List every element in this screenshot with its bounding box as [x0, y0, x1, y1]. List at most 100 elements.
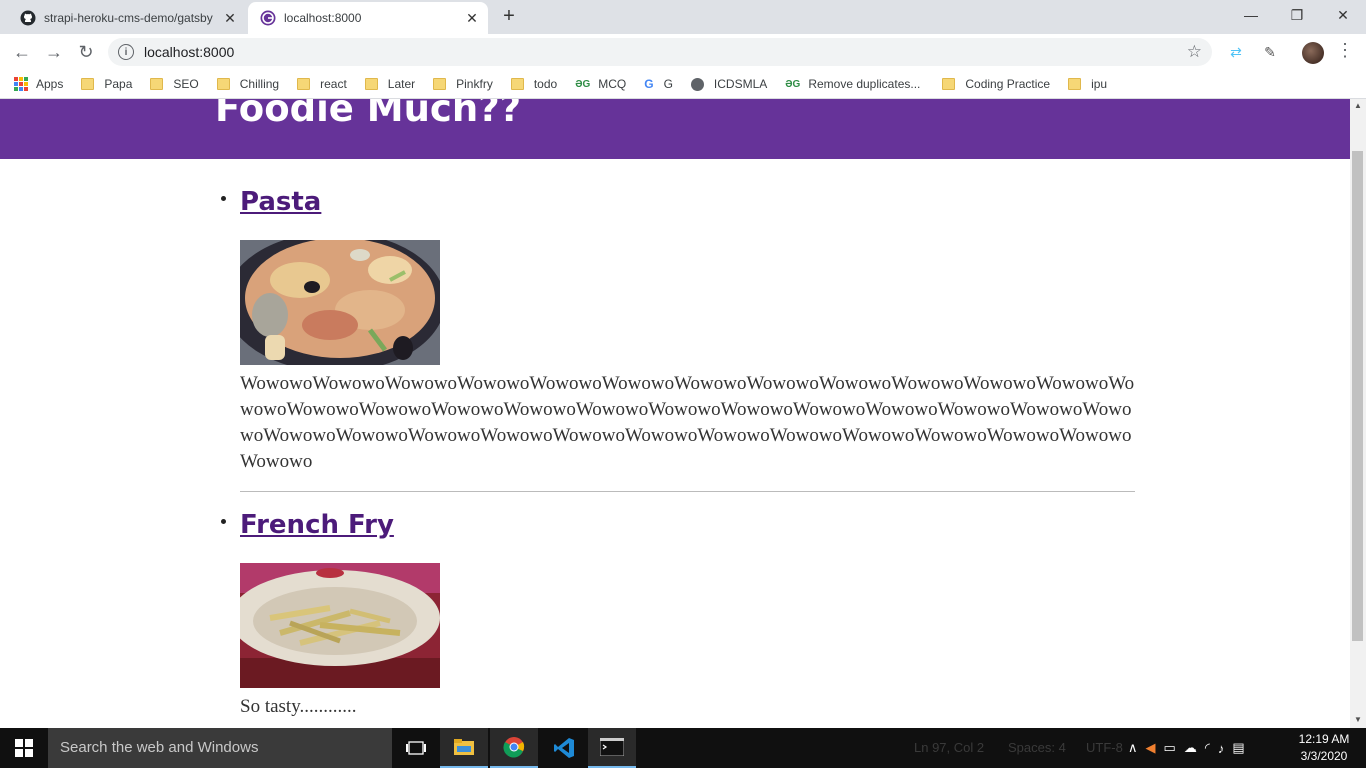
bookmark-mcq[interactable]: ƏG MCQ	[575, 77, 626, 91]
bookmark-star-icon[interactable]: ☆	[1187, 42, 1202, 62]
french-fries-photo	[240, 563, 440, 688]
battery-icon[interactable]: ▭	[1164, 740, 1176, 756]
bookmark-label: SEO	[173, 77, 199, 91]
bookmark-pinkfry[interactable]: Pinkfry	[433, 77, 493, 91]
folder-icon	[1068, 78, 1082, 90]
geeksforgeeks-icon: ƏG	[785, 78, 801, 90]
list-item: Pasta WowowoWowowoWowowoWowowoWowowoWowo…	[221, 179, 1135, 492]
folder-icon	[81, 78, 95, 90]
bookmark-label: Apps	[36, 77, 64, 91]
tab-github[interactable]: strapi-heroku-cms-demo/gatsby ✕	[8, 2, 246, 34]
bookmark-label: Chilling	[239, 77, 280, 91]
onedrive-icon[interactable]: ☁	[1184, 740, 1197, 756]
tab-localhost[interactable]: localhost:8000 ✕	[248, 2, 488, 34]
folder-icon	[364, 78, 378, 90]
taskbar-search-input[interactable]: Search the web and Windows	[48, 728, 392, 768]
bookmark-label: Coding Practice	[965, 77, 1051, 91]
post-title-link[interactable]: French Fry	[240, 502, 1135, 548]
folder-icon	[942, 78, 956, 90]
list-bullet	[221, 519, 226, 524]
bookmark-label: MCQ	[598, 77, 627, 91]
new-tab-button[interactable]: +	[498, 6, 520, 28]
site-title[interactable]: Foodie Much??	[215, 99, 521, 130]
extension-icon[interactable]: ⇄	[1226, 42, 1246, 62]
bookmark-seo[interactable]: SEO	[150, 77, 199, 91]
post-list: Pasta WowowoWowowoWowowoWowowoWowowoWowo…	[221, 179, 1135, 720]
tab-title: localhost:8000	[284, 11, 362, 25]
volume-muted-icon[interactable]: ◀	[1146, 740, 1156, 756]
bookmark-apps[interactable]: Apps	[14, 77, 63, 91]
tab-title: strapi-heroku-cms-demo/gatsby	[44, 11, 213, 25]
gatsby-icon	[260, 10, 276, 26]
bookmark-papa[interactable]: Papa	[81, 77, 132, 91]
bookmark-label: ICDSMLA	[713, 77, 768, 91]
menu-icon[interactable]: ⋮	[1336, 40, 1354, 61]
bookmark-react[interactable]: react	[297, 77, 347, 91]
bookmark-g[interactable]: GG	[644, 77, 673, 91]
minimize-icon[interactable]: —	[1228, 0, 1274, 30]
close-icon[interactable]: ✕	[220, 10, 240, 27]
vscode-icon[interactable]	[540, 728, 588, 768]
google-icon: G	[644, 77, 654, 91]
windows-taskbar: Search the web and Windows Ln 97, Col 2 …	[0, 728, 1366, 768]
clock-date: 3/3/2020	[1300, 749, 1348, 763]
post-body: So tasty............	[240, 696, 357, 717]
folder-icon	[297, 78, 311, 90]
bookmark-chilling[interactable]: Chilling	[216, 77, 280, 91]
speaker-icon[interactable]: ♪	[1218, 741, 1225, 756]
bookmark-remove-duplicates[interactable]: ƏG Remove duplicates...	[785, 77, 920, 91]
bookmark-label: react	[320, 77, 347, 91]
close-window-icon[interactable]: ✕	[1320, 0, 1366, 30]
geeksforgeeks-icon: ƏG	[575, 78, 591, 90]
folder-icon	[510, 78, 524, 90]
notifications-icon[interactable]: ▤	[1232, 740, 1244, 756]
address-bar[interactable]: i localhost:8000 ☆	[108, 38, 1212, 66]
taskbar-clock[interactable]: 12:19 AM 3/3/2020	[1296, 731, 1352, 765]
wifi-icon[interactable]: ◜	[1205, 740, 1210, 756]
site-header: Foodie Much??	[0, 99, 1350, 159]
bookmark-later[interactable]: Later	[364, 77, 416, 91]
post-title-link[interactable]: Pasta	[240, 179, 1135, 225]
close-icon[interactable]: ✕	[462, 10, 482, 27]
bookmark-todo[interactable]: todo	[510, 77, 558, 91]
scrollbar-thumb[interactable]	[1352, 151, 1363, 641]
bookmark-label: Later	[387, 77, 416, 91]
page-viewport: Foodie Much?? Pasta WowowoWowowoWowowoWo…	[0, 99, 1350, 728]
scroll-up-icon[interactable]: ▲	[1354, 101, 1362, 110]
forward-icon[interactable]: →	[42, 40, 66, 64]
task-view-icon[interactable]	[392, 728, 440, 768]
pasta-photo	[240, 240, 440, 365]
status-encoding: UTF-8	[1086, 740, 1123, 755]
chrome-icon[interactable]	[490, 728, 538, 768]
bookmark-label: G	[663, 77, 673, 91]
status-spaces: Spaces: 4	[1008, 740, 1066, 755]
folder-icon	[433, 78, 447, 90]
apps-grid-icon	[14, 77, 28, 91]
globe-icon	[690, 77, 704, 91]
bookmark-label: todo	[533, 77, 558, 91]
bookmark-icdsmla[interactable]: ICDSMLA	[690, 77, 768, 91]
windows-start-icon[interactable]	[0, 728, 48, 768]
chevron-up-icon[interactable]: ∧	[1128, 740, 1138, 756]
terminal-icon[interactable]	[588, 728, 636, 768]
bookmark-label: Pinkfry	[456, 77, 493, 91]
bookmark-label: Papa	[104, 77, 133, 91]
post-body: WowowoWowowoWowowoWowowoWowowoWowowoWowo…	[240, 373, 1135, 472]
back-icon[interactable]: ←	[10, 40, 34, 64]
bookmark-label: Remove duplicates...	[808, 77, 921, 91]
bookmark-coding-practice[interactable]: Coding Practice	[942, 77, 1050, 91]
eyedropper-extension-icon[interactable]: ✎	[1260, 42, 1280, 62]
info-icon[interactable]: i	[118, 44, 134, 60]
status-line-col: Ln 97, Col 2	[914, 740, 985, 755]
file-explorer-icon[interactable]	[440, 728, 488, 768]
reload-icon[interactable]: ↻	[74, 40, 98, 64]
page-scrollbar[interactable]: ▲ ▼	[1350, 99, 1366, 728]
scroll-down-icon[interactable]: ▼	[1354, 715, 1362, 724]
bookmark-ipu[interactable]: ipu	[1068, 77, 1107, 91]
window-controls: — ❐ ✕	[1228, 0, 1366, 30]
clock-time: 12:19 AM	[1298, 732, 1350, 746]
divider	[240, 491, 1135, 492]
list-bullet	[221, 196, 226, 201]
avatar[interactable]	[1302, 42, 1324, 64]
restore-icon[interactable]: ❐	[1274, 0, 1320, 30]
